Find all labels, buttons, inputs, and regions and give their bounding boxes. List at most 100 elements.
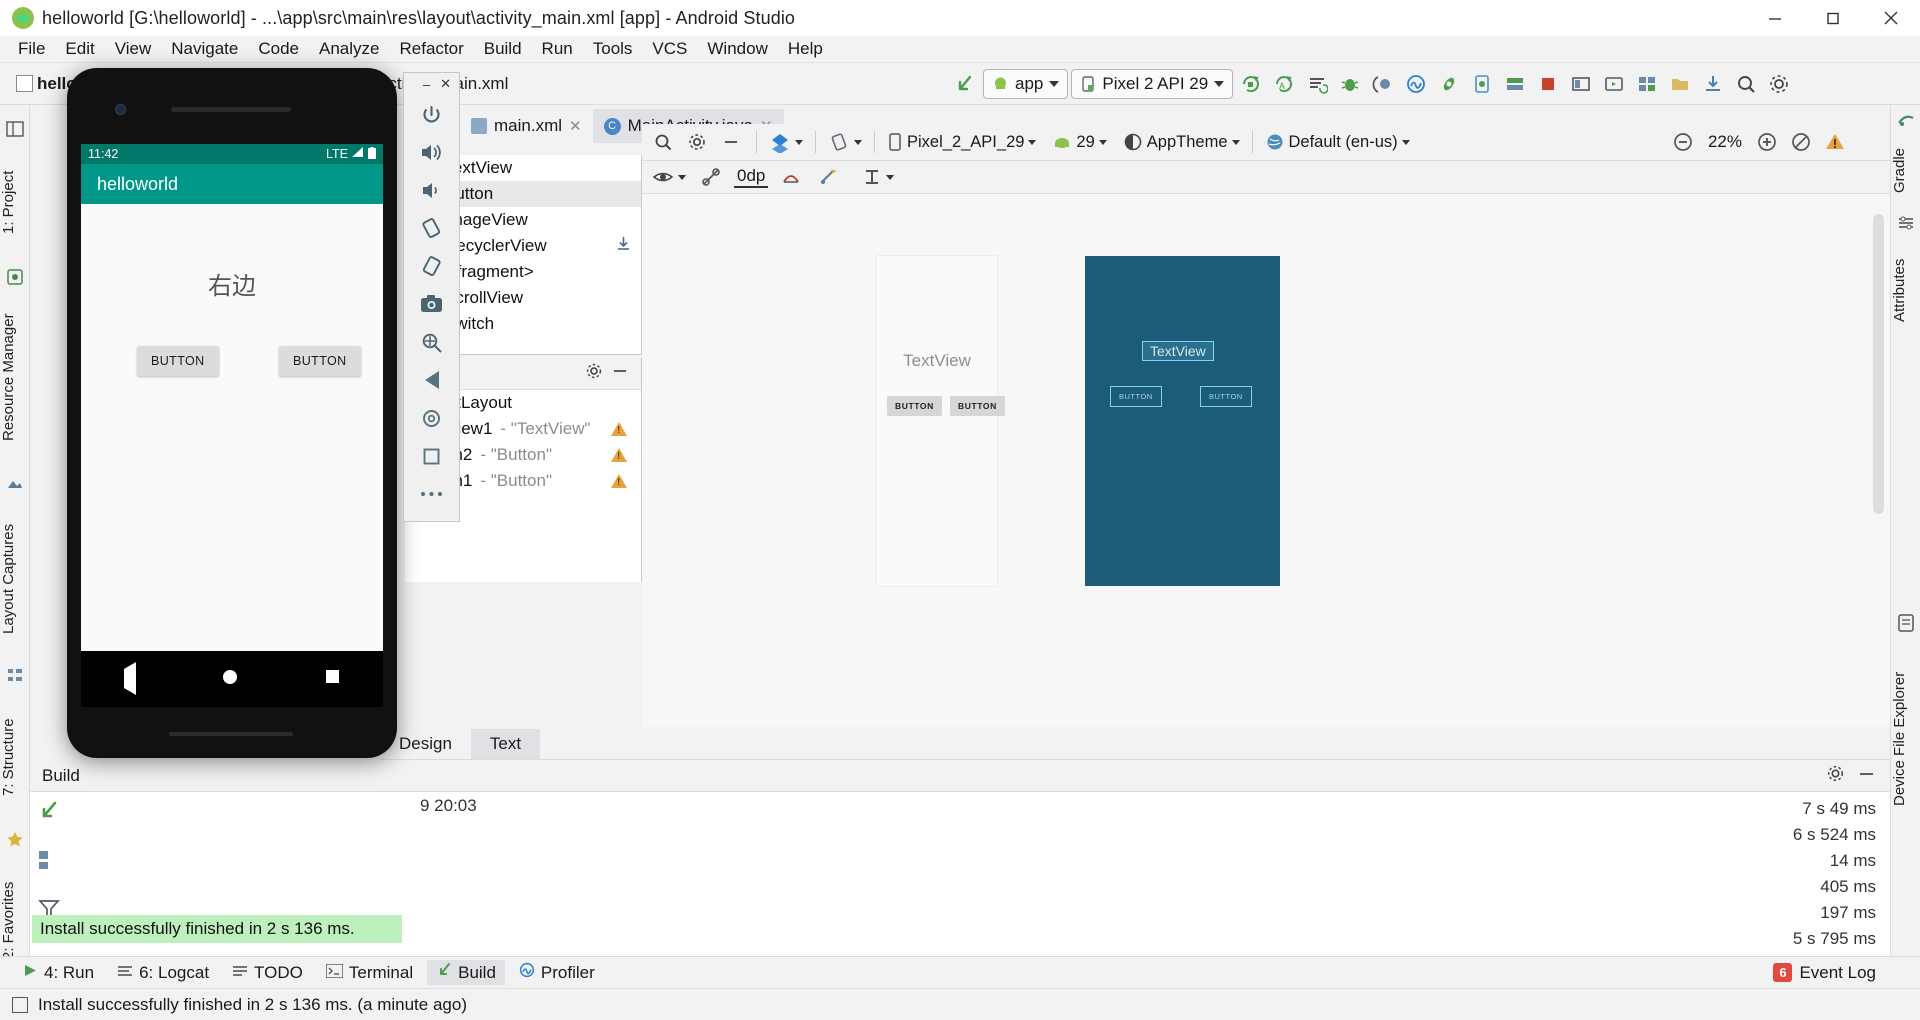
blueprint-button-left[interactable]: BUTTON bbox=[1110, 386, 1162, 407]
sidebar-item-attributes[interactable]: Attributes bbox=[1891, 239, 1920, 341]
volume-down-icon[interactable] bbox=[404, 171, 459, 209]
menu-item-tools[interactable]: Tools bbox=[583, 37, 643, 61]
emulator-nav-bar[interactable] bbox=[81, 651, 383, 707]
design-mode-selector[interactable] bbox=[767, 131, 805, 153]
settings-icon[interactable] bbox=[1764, 69, 1794, 99]
volume-up-icon[interactable] bbox=[404, 133, 459, 171]
bottom-tab-todo[interactable]: TODO bbox=[223, 961, 312, 985]
orientation-selector[interactable] bbox=[826, 131, 864, 153]
search-everywhere-icon[interactable] bbox=[1731, 69, 1761, 99]
menu-item-view[interactable]: View bbox=[105, 37, 162, 61]
menu-item-window[interactable]: Window bbox=[697, 37, 777, 61]
make-project-icon[interactable] bbox=[950, 69, 980, 99]
emulator-screen[interactable]: 11:42 LTE helloworld 右边 BUTTON BUTTON bbox=[81, 144, 383, 651]
close-icon[interactable]: ✕ bbox=[569, 117, 582, 135]
emulator-minimize-button[interactable]: – bbox=[423, 77, 430, 92]
back-icon[interactable] bbox=[124, 662, 137, 695]
bottom-tab-terminal[interactable]: Terminal bbox=[317, 961, 422, 985]
locale-selector[interactable]: Default (en-us) bbox=[1263, 132, 1412, 152]
run-anything-icon[interactable]: A bbox=[1269, 69, 1299, 99]
sdk-manager-icon[interactable] bbox=[1500, 69, 1530, 99]
rotate-left-icon[interactable] bbox=[404, 209, 459, 247]
sidebar-item-device-file-explorer[interactable]: Device File Explorer bbox=[1891, 639, 1920, 839]
minimize-icon[interactable] bbox=[611, 362, 641, 385]
gradle-icon[interactable] bbox=[1896, 110, 1916, 130]
menu-item-analyze[interactable]: Analyze bbox=[309, 37, 389, 61]
emulator-window[interactable]: 11:42 LTE helloworld 右边 BUTTON BUTTON bbox=[67, 68, 397, 758]
blueprint-button-right[interactable]: BUTTON bbox=[1200, 386, 1252, 407]
blueprint-preview-device[interactable]: TextView BUTTON BUTTON bbox=[1085, 256, 1280, 586]
gear-icon[interactable] bbox=[1826, 764, 1845, 788]
search-icon[interactable] bbox=[648, 127, 678, 157]
design-preview-device[interactable]: TextView BUTTON BUTTON bbox=[877, 256, 1005, 586]
menu-item-vcs[interactable]: VCS bbox=[642, 37, 697, 61]
debug-icon[interactable] bbox=[1335, 69, 1365, 99]
device-selector[interactable]: Pixel 2 API 29 bbox=[1071, 68, 1234, 99]
warning-icon[interactable] bbox=[611, 422, 627, 436]
sidebar-item-gradle[interactable]: Gradle bbox=[1891, 135, 1920, 205]
emulator-close-button[interactable]: ✕ bbox=[440, 76, 451, 92]
attach-debugger-icon[interactable] bbox=[1368, 69, 1398, 99]
menu-item-help[interactable]: Help bbox=[778, 37, 833, 61]
attributes-icon[interactable] bbox=[1896, 213, 1916, 233]
menu-item-code[interactable]: Code bbox=[248, 37, 309, 61]
gear-icon[interactable] bbox=[682, 127, 712, 157]
sidebar-item-project[interactable]: 1: Project bbox=[0, 147, 30, 257]
power-icon[interactable] bbox=[404, 95, 459, 133]
apply-changes-icon[interactable] bbox=[1302, 69, 1332, 99]
gear-icon[interactable] bbox=[585, 362, 603, 385]
minimize-button[interactable] bbox=[1746, 0, 1804, 36]
avd-manager-icon[interactable] bbox=[1467, 69, 1497, 99]
theme-selector[interactable]: AppTheme bbox=[1121, 132, 1242, 152]
stop-icon[interactable] bbox=[1533, 69, 1563, 99]
menu-item-file[interactable]: File bbox=[8, 37, 55, 61]
bottom-tab-profiler[interactable]: Profiler bbox=[510, 960, 604, 985]
close-button[interactable] bbox=[1862, 0, 1920, 36]
warning-icon[interactable] bbox=[611, 448, 627, 462]
zoom-icon[interactable] bbox=[404, 323, 459, 361]
zoom-fit-icon[interactable] bbox=[1786, 127, 1816, 157]
home-icon[interactable] bbox=[222, 669, 238, 690]
blueprint-textview[interactable]: TextView bbox=[1142, 341, 1214, 361]
sidebar-item-resource-manager[interactable]: Resource Manager bbox=[0, 295, 30, 460]
api-level-selector[interactable]: 29 bbox=[1050, 133, 1108, 152]
tab-text[interactable]: Text bbox=[470, 729, 541, 759]
run-icon[interactable] bbox=[1236, 69, 1266, 99]
sidebar-item-structure[interactable]: 7: Structure bbox=[0, 693, 30, 821]
bottom-tab-logcat[interactable]: 6: Logcat bbox=[108, 961, 218, 985]
structure-icon[interactable] bbox=[5, 665, 25, 685]
zoom-in-icon[interactable] bbox=[1752, 127, 1782, 157]
emulator-button-right[interactable]: BUTTON bbox=[279, 346, 361, 376]
bottom-tab-run[interactable]: 4: Run bbox=[14, 961, 103, 985]
clear-constraints-icon[interactable] bbox=[696, 162, 726, 192]
visibility-selector[interactable] bbox=[650, 168, 688, 186]
screenshot-icon[interactable] bbox=[404, 285, 459, 323]
bottom-tab-build[interactable]: Build bbox=[427, 960, 505, 985]
emulator-app-content[interactable]: 右边 BUTTON BUTTON bbox=[81, 204, 383, 651]
default-margin-value[interactable]: 0dp bbox=[734, 166, 769, 188]
align-selector[interactable] bbox=[860, 167, 896, 187]
menu-item-refactor[interactable]: Refactor bbox=[389, 37, 473, 61]
menu-item-navigate[interactable]: Navigate bbox=[161, 37, 248, 61]
memory-indicator-icon[interactable] bbox=[12, 996, 28, 1013]
favorites-icon[interactable] bbox=[5, 829, 25, 849]
preview-button-left[interactable]: BUTTON bbox=[887, 396, 942, 416]
infer-constraints-icon[interactable] bbox=[814, 162, 844, 192]
home-icon[interactable] bbox=[404, 399, 459, 437]
editor-tab-main-xml[interactable]: main.xml ✕ bbox=[460, 109, 593, 143]
minimize-icon[interactable] bbox=[1857, 764, 1876, 788]
warning-icon[interactable] bbox=[611, 474, 627, 488]
device-file-explorer-strip-icon[interactable] bbox=[1896, 613, 1916, 633]
preview-button-right[interactable]: BUTTON bbox=[950, 396, 1005, 416]
toggle-view-icon[interactable] bbox=[36, 847, 62, 878]
preview-textview[interactable]: TextView bbox=[877, 351, 997, 371]
rotate-right-icon[interactable] bbox=[404, 247, 459, 285]
device-file-explorer-icon[interactable] bbox=[1665, 69, 1695, 99]
sync-gradle-icon[interactable] bbox=[1434, 69, 1464, 99]
recents-icon[interactable] bbox=[325, 669, 340, 689]
menu-item-run[interactable]: Run bbox=[532, 37, 583, 61]
device-config-selector[interactable]: Pixel_2_API_29 bbox=[885, 132, 1038, 152]
download-icon[interactable] bbox=[616, 236, 631, 256]
menu-item-edit[interactable]: Edit bbox=[55, 37, 104, 61]
event-log-button[interactable]: 6 Event Log bbox=[1773, 963, 1876, 983]
